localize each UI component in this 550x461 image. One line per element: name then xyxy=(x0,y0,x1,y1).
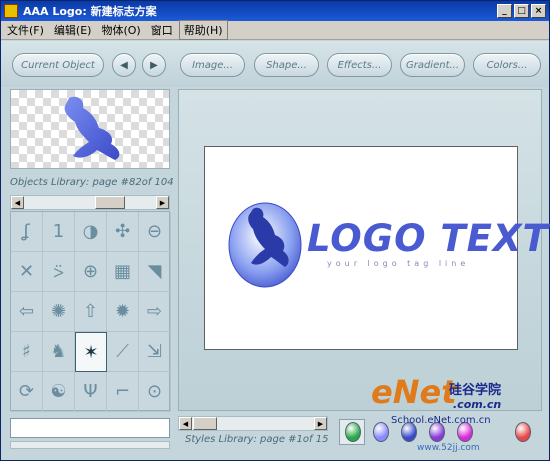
symbol-cell[interactable]: ⟋ xyxy=(107,332,139,372)
symbol-cell[interactable]: ☯ xyxy=(43,372,75,412)
logo-canvas[interactable]: LOGO TEXT your logo tag line xyxy=(204,146,548,350)
menu-edit[interactable]: 编辑(E) xyxy=(50,21,96,39)
symbol-cell-selected[interactable]: ✶ xyxy=(75,332,107,372)
symbol-cell[interactable]: ◥ xyxy=(139,252,171,292)
window-title: AAA Logo: 新建标志方案 xyxy=(23,5,157,18)
scroll-left-icon[interactable]: ◀ xyxy=(11,196,24,209)
current-object-button[interactable]: Current Object xyxy=(12,53,104,77)
symbol-cell[interactable]: ⊕ xyxy=(75,252,107,292)
symbol-cell[interactable]: ⇲ xyxy=(139,332,171,372)
symbol-cell[interactable]: ♯ xyxy=(11,332,43,372)
lizard-ellipse-icon xyxy=(228,202,302,288)
image-button[interactable]: Image... xyxy=(180,53,245,77)
scroll-right-icon[interactable]: ▶ xyxy=(314,417,327,430)
menu-bar: 文件(F) 编辑(E) 物体(O) 窗口 帮助(H) xyxy=(1,20,549,40)
scroll-right-icon[interactable]: ▶ xyxy=(156,196,169,209)
styles-library-label: Styles Library: page #1of 15 xyxy=(185,434,329,445)
menu-object[interactable]: 物体(O) xyxy=(97,21,144,39)
symbol-cell[interactable]: ⇦ xyxy=(11,292,43,332)
symbol-cell[interactable]: ✕ xyxy=(11,252,43,292)
object-preview xyxy=(10,89,170,169)
symbol-cell[interactable]: ⍩ xyxy=(43,252,75,292)
symbol-cell[interactable]: ⇨ xyxy=(139,292,171,332)
close-button[interactable]: × xyxy=(531,4,546,18)
text-input[interactable] xyxy=(10,418,170,438)
app-logo-icon xyxy=(4,4,18,18)
color-swatch[interactable] xyxy=(345,422,361,442)
symbol-cell[interactable]: ⇧ xyxy=(75,292,107,332)
effects-button[interactable]: Effects... xyxy=(327,53,392,77)
prev-object-button[interactable]: ◀ xyxy=(112,53,136,77)
maximize-button[interactable]: □ xyxy=(514,4,529,18)
lizard-preview-icon xyxy=(64,96,120,160)
next-object-button[interactable]: ▶ xyxy=(142,53,166,77)
watermark-enet: eNet xyxy=(371,373,457,411)
watermark-silicon: 硅谷学院 xyxy=(449,383,502,398)
watermark-school: School.eNet.com.cn xyxy=(391,415,491,426)
color-swatch[interactable] xyxy=(373,422,389,442)
watermark-site: www.52jj.com xyxy=(417,443,480,453)
gradient-button[interactable]: Gradient... xyxy=(400,53,465,77)
symbol-cell[interactable]: ✺ xyxy=(43,292,75,332)
menu-file[interactable]: 文件(F) xyxy=(3,21,48,39)
symbol-cell[interactable]: Ψ xyxy=(75,372,107,412)
menu-window[interactable]: 窗口 xyxy=(147,21,177,39)
styles-scrollbar[interactable]: ◀ ▶ xyxy=(178,416,328,431)
logo-tag-line: your logo tag line xyxy=(327,259,470,268)
symbol-cell[interactable]: ⟳ xyxy=(11,372,43,412)
canvas-area: LOGO TEXT your logo tag line xyxy=(178,89,548,411)
minimize-button[interactable]: _ xyxy=(497,4,512,18)
logo-text: LOGO TEXT xyxy=(307,217,549,260)
symbol-cell[interactable]: ʆ xyxy=(11,212,43,252)
symbol-cell[interactable]: ◑ xyxy=(75,212,107,252)
watermark-comcn: .com.cn xyxy=(453,398,502,411)
symbol-cell[interactable]: ✣ xyxy=(107,212,139,252)
title-bar[interactable]: AAA Logo: 新建标志方案 _ □ × xyxy=(1,1,549,21)
symbol-cell[interactable]: ⊙ xyxy=(139,372,171,412)
scroll-thumb[interactable] xyxy=(95,196,125,209)
shape-button[interactable]: Shape... xyxy=(254,53,319,77)
color-swatch[interactable] xyxy=(515,422,531,442)
symbol-cell[interactable]: 1 xyxy=(43,212,75,252)
symbol-cell[interactable]: ▦ xyxy=(107,252,139,292)
symbol-cell[interactable]: ♞ xyxy=(43,332,75,372)
scroll-left-icon[interactable]: ◀ xyxy=(179,417,192,430)
colors-button[interactable]: Colors... xyxy=(473,53,541,77)
objects-grid: ʆ 1 ◑ ✣ ⊖ ✕ ⍩ ⊕ ▦ ◥ ⇦ ✺ ⇧ ✹ ⇨ ♯ ♞ ✶ ⟋ ⇲ … xyxy=(10,211,171,412)
toolbar: Current Object ◀ ▶ Image... Shape... Eff… xyxy=(1,41,549,87)
objects-scrollbar[interactable]: ◀ ▶ xyxy=(10,195,170,210)
symbol-cell[interactable]: ✹ xyxy=(107,292,139,332)
text-input-scrollbar[interactable] xyxy=(10,441,170,449)
objects-library-label: Objects Library: page #82of 104 xyxy=(10,177,174,188)
scroll-thumb[interactable] xyxy=(193,417,217,430)
app-window: AAA Logo: 新建标志方案 _ □ × 文件(F) 编辑(E) 物体(O)… xyxy=(0,0,550,461)
menu-help[interactable]: 帮助(H) xyxy=(178,20,228,40)
symbol-cell[interactable]: ⊖ xyxy=(139,212,171,252)
symbol-cell[interactable]: ⌐ xyxy=(107,372,139,412)
